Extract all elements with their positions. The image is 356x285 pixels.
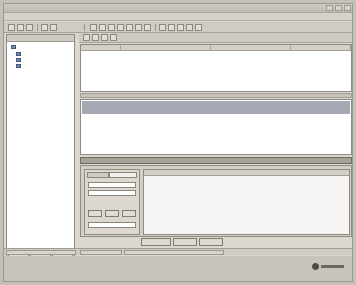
menu-bar <box>4 13 352 21</box>
column-header[interactable] <box>121 45 211 50</box>
brand-logo-icon <box>312 262 346 271</box>
tree-item[interactable] <box>16 51 33 56</box>
menu-item-7[interactable] <box>102 13 116 20</box>
logo-mark <box>312 263 319 270</box>
tree-item-label <box>23 63 33 68</box>
dock-action-button[interactable] <box>141 238 171 246</box>
reading-pane <box>80 99 352 155</box>
dock-action-button[interactable] <box>173 238 197 246</box>
reading-pane-label <box>80 93 352 98</box>
menu-item-9[interactable] <box>134 13 148 20</box>
toolbar-icon[interactable] <box>26 24 33 31</box>
toolbar-icon[interactable] <box>177 24 184 31</box>
results-grid-header <box>144 170 349 176</box>
toolbar-separator <box>155 24 156 31</box>
tree-item-label <box>23 57 33 62</box>
main-toolbar <box>4 22 352 33</box>
message-list-header <box>81 45 351 51</box>
folder-icon <box>11 44 16 49</box>
toolbar-icon[interactable] <box>50 24 57 31</box>
toolbar-icon[interactable] <box>135 24 142 31</box>
column-header[interactable] <box>211 45 291 50</box>
menu-item-10[interactable] <box>150 13 164 20</box>
toolbar-icon[interactable] <box>159 24 166 31</box>
menu-item-4[interactable] <box>54 13 68 20</box>
tree-item-label <box>23 51 33 56</box>
menu-item-5[interactable] <box>70 13 84 20</box>
dock-input[interactable] <box>88 190 136 196</box>
menu-item-2[interactable] <box>22 13 36 20</box>
toolbar-icon[interactable] <box>41 24 48 31</box>
dock-action-button[interactable] <box>199 238 223 246</box>
toolbar-icon[interactable] <box>92 34 99 41</box>
menu-item-1[interactable] <box>6 13 20 20</box>
dock-tab-1[interactable] <box>87 172 109 178</box>
toolbar-icon[interactable] <box>168 24 175 31</box>
minimize-button[interactable] <box>326 5 333 11</box>
toolbar-icon[interactable] <box>8 24 15 31</box>
toolbar-icon[interactable] <box>144 24 151 31</box>
toolbar-icon[interactable] <box>90 24 97 31</box>
message-header <box>82 101 350 114</box>
window-footer <box>4 256 352 281</box>
toolbar-separator <box>84 24 85 31</box>
toolbar-icon[interactable] <box>83 34 90 41</box>
dock-form-panel <box>84 169 140 235</box>
title-bar[interactable] <box>4 4 352 13</box>
tree-item-root[interactable] <box>11 44 28 49</box>
dock-input[interactable] <box>88 182 136 188</box>
toolbar-icon[interactable] <box>108 24 115 31</box>
toolbar-icon[interactable] <box>126 24 133 31</box>
tree-item[interactable] <box>16 57 33 62</box>
folder-icon <box>16 51 21 56</box>
status-text <box>6 250 76 255</box>
secondary-toolbar <box>79 33 352 43</box>
toolbar-icon[interactable] <box>186 24 193 31</box>
column-header[interactable] <box>81 45 121 50</box>
dock-input[interactable] <box>88 222 136 228</box>
tree-item[interactable] <box>16 63 33 68</box>
menu-item-6[interactable] <box>86 13 100 20</box>
toolbar-icon[interactable] <box>110 34 117 41</box>
tree-item-label <box>18 44 28 49</box>
application-window <box>3 3 353 282</box>
message-subject <box>87 102 127 107</box>
toolbar-icon[interactable] <box>101 34 108 41</box>
message-sender <box>87 108 117 113</box>
dock-button[interactable] <box>88 210 102 217</box>
toolbar-icon[interactable] <box>195 24 202 31</box>
menu-item-8[interactable] <box>118 13 132 20</box>
column-header[interactable] <box>291 45 351 50</box>
bottom-dock-panel <box>80 165 352 237</box>
message-list[interactable] <box>80 44 352 92</box>
maximize-button[interactable] <box>335 5 342 11</box>
dock-title-bar[interactable] <box>80 157 352 164</box>
status-bar <box>4 248 352 255</box>
dock-title <box>89 158 119 163</box>
menu-item-3[interactable] <box>38 13 52 20</box>
folder-icon <box>16 63 21 68</box>
logo-wordmark <box>321 265 344 268</box>
folder-icon <box>16 57 21 62</box>
status-cell <box>124 250 224 255</box>
dock-button[interactable] <box>122 210 136 217</box>
close-button[interactable] <box>344 5 351 11</box>
dock-button[interactable] <box>105 210 119 217</box>
toolbar-separator <box>37 24 38 31</box>
toolbar-icon[interactable] <box>99 24 106 31</box>
toolbar-icon[interactable] <box>17 24 24 31</box>
dock-tab-2[interactable] <box>109 172 137 178</box>
folder-tree-panel <box>6 34 75 252</box>
toolbar-icon[interactable] <box>117 24 124 31</box>
tree-panel-header <box>7 35 74 42</box>
dock-results-grid[interactable] <box>143 169 350 235</box>
status-cell <box>80 250 122 255</box>
